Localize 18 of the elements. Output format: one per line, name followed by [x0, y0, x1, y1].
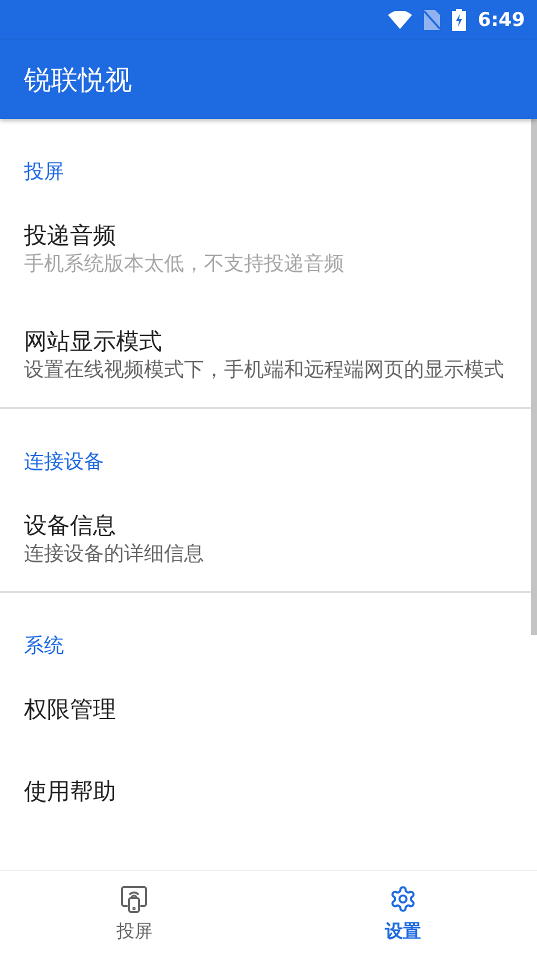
item-summary: 手机系统版本太低，不支持投递音频 [24, 251, 344, 275]
section-header: 投屏 [24, 159, 64, 183]
settings-icon [388, 884, 417, 912]
section-header: 连接设备 [24, 449, 104, 473]
scrollbar[interactable] [531, 119, 537, 635]
wifi-icon [388, 11, 412, 29]
item-title[interactable]: 权限管理 [24, 695, 116, 725]
item-title[interactable]: 网站显示模式 [24, 327, 162, 357]
section-header: 系统 [24, 633, 64, 657]
item-summary: 设置在线视频模式下，手机端和远程端网页的显示模式 [24, 357, 504, 381]
battery-icon [452, 9, 466, 31]
no-sim-icon [424, 10, 440, 30]
item-summary: 连接设备的详细信息 [24, 541, 204, 565]
app-title: 锐联悦视 [24, 64, 132, 98]
cast-icon [120, 884, 148, 912]
status-time: 6:49 [478, 9, 525, 31]
item-title[interactable]: 使用帮助 [24, 777, 116, 807]
item-title[interactable]: 设备信息 [24, 511, 116, 541]
